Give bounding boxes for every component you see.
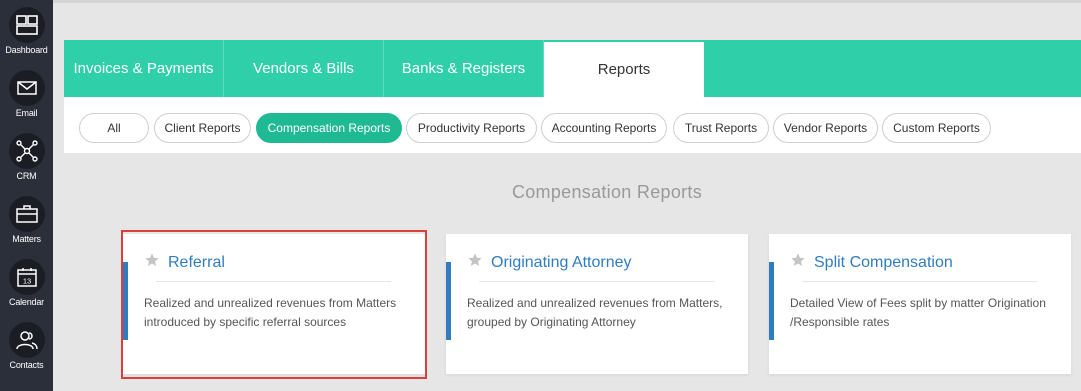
top-strip: [53, 0, 1081, 3]
filter-all[interactable]: All: [79, 113, 149, 143]
card-description-line: grouped by Originating Attorney: [467, 315, 636, 329]
email-icon: [8, 70, 45, 106]
left-sidebar: Dashboard Email CRM Matters 13 Calendar …: [0, 0, 53, 391]
card-accent-bar: [769, 262, 774, 340]
card-title[interactable]: Originating Attorney: [491, 254, 632, 272]
nav-item-contacts[interactable]: Contacts: [0, 322, 53, 370]
nav-item-email[interactable]: Email: [0, 70, 53, 118]
report-filter-bar: All Client Reports Compensation Reports …: [64, 97, 1081, 153]
dashboard-icon: [8, 7, 45, 43]
nav-label-calendar: Calendar: [9, 297, 44, 307]
card-title[interactable]: Referral: [168, 254, 225, 272]
tab-reports[interactable]: Reports: [544, 42, 704, 97]
card-description: Realized and unrealized revenues from Ma…: [467, 294, 737, 332]
card-description-line: /Responsible rates: [790, 315, 890, 329]
calendar-day: 13: [22, 277, 30, 286]
nav-item-crm[interactable]: CRM: [0, 133, 53, 181]
card-description-line: Realized and unrealized revenues from Ma…: [144, 296, 397, 310]
nav-label-contacts: Contacts: [9, 360, 44, 370]
crm-icon: [8, 133, 45, 169]
card-title[interactable]: Split Compensation: [814, 254, 953, 272]
briefcase-icon: [8, 196, 45, 232]
card-accent-bar: [446, 262, 451, 340]
nav-label-matters: Matters: [12, 234, 41, 244]
card-divider: [156, 281, 391, 282]
star-icon[interactable]: [467, 252, 483, 268]
contacts-icon: [8, 322, 45, 358]
report-card-split-compensation[interactable]: Split Compensation Detailed View of Fees…: [769, 234, 1071, 374]
nav-label-crm: CRM: [16, 171, 37, 181]
calendar-icon: 13: [8, 259, 45, 295]
tab-invoices-payments[interactable]: Invoices & Payments: [64, 40, 224, 97]
filter-vendor-reports[interactable]: Vendor Reports: [773, 113, 878, 143]
nav-label-dashboard: Dashboard: [5, 45, 48, 55]
tab-banks-registers[interactable]: Banks & Registers: [384, 40, 544, 97]
card-description-line: introduced by specific referral sources: [144, 315, 347, 329]
card-divider: [802, 281, 1037, 282]
nav-item-calendar[interactable]: 13 Calendar: [0, 259, 53, 307]
report-card-referral[interactable]: Referral Realized and unrealized revenue…: [123, 234, 425, 374]
report-card-originating-attorney[interactable]: Originating Attorney Realized and unreal…: [446, 234, 748, 374]
tab-vendors-bills[interactable]: Vendors & Bills: [224, 40, 384, 97]
section-title: Compensation Reports: [511, 182, 703, 202]
filter-trust-reports[interactable]: Trust Reports: [673, 113, 769, 143]
filter-accounting-reports[interactable]: Accounting Reports: [541, 113, 667, 143]
card-description: Detailed View of Fees split by matter Or…: [790, 294, 1060, 332]
filter-custom-reports[interactable]: Custom Reports: [882, 113, 991, 143]
main-tab-bar: Invoices & Payments Vendors & Bills Bank…: [64, 40, 1081, 97]
card-accent-bar: [123, 262, 128, 340]
nav-label-email: Email: [15, 108, 38, 118]
star-icon[interactable]: [790, 252, 806, 268]
card-description-line: Detailed View of Fees split by matter Or…: [790, 296, 1046, 310]
card-description-line: Realized and unrealized revenues from Ma…: [467, 296, 723, 310]
card-divider: [479, 281, 714, 282]
nav-item-dashboard[interactable]: Dashboard: [0, 7, 53, 55]
filter-compensation-reports[interactable]: Compensation Reports: [256, 113, 402, 143]
filter-client-reports[interactable]: Client Reports: [154, 113, 251, 143]
star-icon[interactable]: [144, 252, 160, 268]
filter-productivity-reports[interactable]: Productivity Reports: [406, 113, 537, 143]
card-description: Realized and unrealized revenues from Ma…: [144, 294, 414, 332]
nav-item-matters[interactable]: Matters: [0, 196, 53, 244]
